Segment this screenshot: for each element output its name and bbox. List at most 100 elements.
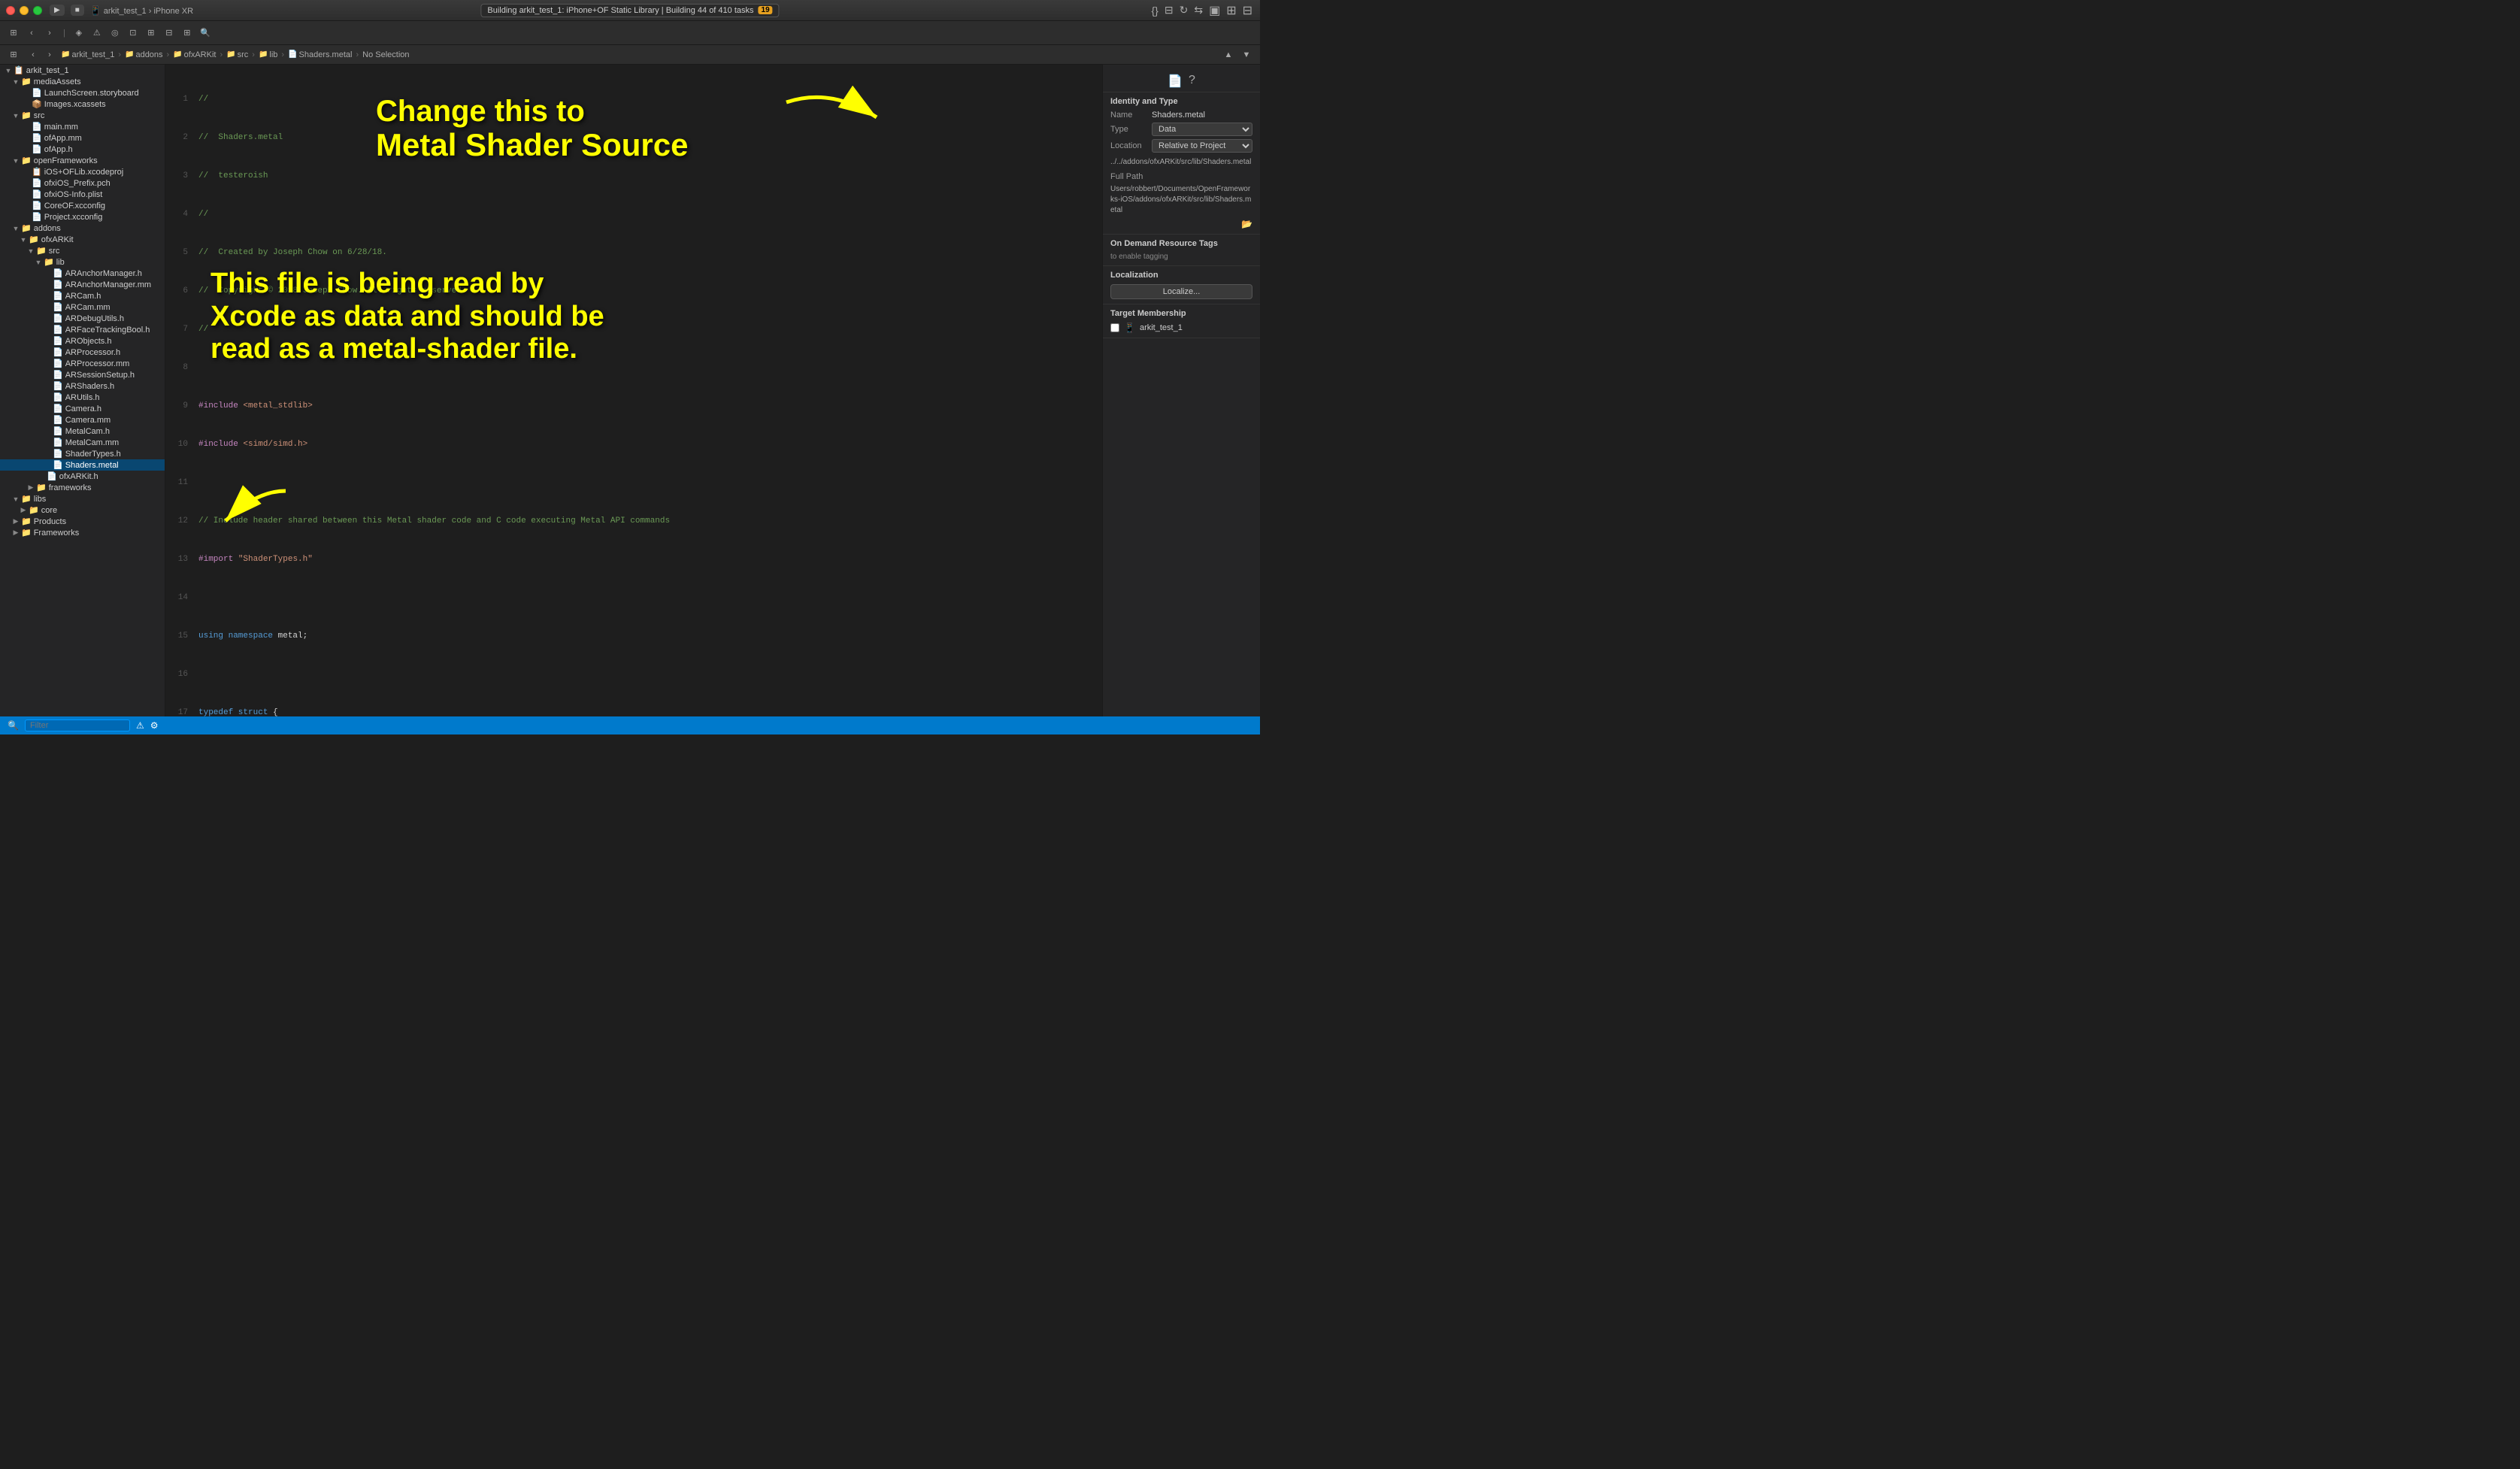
stop-button[interactable]: ■	[71, 5, 84, 16]
sidebar-item-ardebugutils-h[interactable]: 📄 ARDebugUtils.h	[0, 313, 165, 324]
file-icon-ofapp-h: 📄	[32, 144, 42, 154]
type-select[interactable]: Data Metal Shader Source Source code	[1152, 123, 1252, 136]
memory-icon[interactable]: ⊡	[126, 26, 141, 41]
close-button[interactable]	[6, 6, 15, 15]
localize-button[interactable]: Localize...	[1110, 284, 1252, 299]
test-icon[interactable]: ◎	[108, 26, 123, 41]
next-issue-icon[interactable]: ▼	[1239, 47, 1254, 62]
sidebar-item-arcam-mm[interactable]: 📄 ARCam.mm	[0, 301, 165, 313]
sidebar-item-project[interactable]: ▼ 📋 arkit_test_1	[0, 65, 165, 76]
sidebar-item-images[interactable]: 📦 Images.xcassets	[0, 98, 165, 110]
sidebar-item-arcam-h[interactable]: 📄 ARCam.h	[0, 290, 165, 301]
filter-input[interactable]	[25, 719, 130, 731]
warning-icon[interactable]: ⚠	[89, 26, 104, 41]
sidebar-item-lib[interactable]: ▼ 📁 lib	[0, 256, 165, 268]
sidebar-item-mediaassets[interactable]: ▼ 📁 mediaAssets	[0, 76, 165, 87]
layout-icon-1[interactable]: ▣	[1209, 3, 1220, 18]
project-icon: 📋	[14, 65, 24, 75]
warning-status-icon: ⚠	[136, 720, 144, 731]
sidebar-item-projectxcconfig[interactable]: 📄 Project.xcconfig	[0, 211, 165, 223]
sidebar-item-ofxarkit-h[interactable]: 📄 ofxARKit.h	[0, 471, 165, 482]
sidebar-item-arprocessor-mm[interactable]: 📄 ARProcessor.mm	[0, 358, 165, 369]
sidebar-item-aranchormanager-mm[interactable]: 📄 ARAnchorManager.mm	[0, 279, 165, 290]
code-editor[interactable]: 1// 2// Shaders.metal 3// testeroish 4//…	[165, 65, 1102, 716]
file-icon-metalcam-h: 📄	[53, 426, 63, 436]
tagging-hint: to enable tagging	[1110, 253, 1252, 261]
code-review-icon[interactable]: {}	[1152, 5, 1159, 17]
sidebar-item-arutils-h[interactable]: 📄 ARUtils.h	[0, 392, 165, 403]
folder-icon-core: 📁	[29, 505, 39, 515]
sidebar-item-shadertypes-h[interactable]: 📄 ShaderTypes.h	[0, 448, 165, 459]
sidebar-item-arfacetracking-h[interactable]: 📄 ARFaceTrackingBool.h	[0, 324, 165, 335]
breadcrumb-item-addons[interactable]: 📁 addons	[123, 50, 165, 60]
folder-icon-ofxarkit: 📁	[29, 235, 39, 244]
sidebar-item-iosplusoflib[interactable]: 📋 iOS+OFLib.xcodeproj	[0, 166, 165, 177]
breadcrumb-forward[interactable]: ›	[42, 47, 57, 62]
breadcrumb-item-src[interactable]: 📁 src	[224, 50, 250, 60]
sidebar-item-metalcam-h[interactable]: 📄 MetalCam.h	[0, 426, 165, 437]
sidebar-item-products[interactable]: ▶ 📁 Products	[0, 516, 165, 527]
warning-badge: 19	[759, 6, 773, 14]
sidebar-item-camera-h[interactable]: 📄 Camera.h	[0, 403, 165, 414]
sidebar-item-coreofxcconfig[interactable]: 📄 CoreOF.xcconfig	[0, 200, 165, 211]
breadcrumb-item-ofxarkit[interactable]: 📁 ofxARKit	[171, 50, 218, 60]
folder-icon-libs: 📁	[21, 494, 32, 504]
file-icon-arshaders-h: 📄	[53, 381, 63, 391]
breadcrumb-item-project[interactable]: 📁 arkit_test_1	[59, 50, 117, 60]
back-icon[interactable]: ‹	[24, 26, 39, 41]
sidebar-item-arobjects-h[interactable]: 📄 ARObjects.h	[0, 335, 165, 347]
sidebar-item-src[interactable]: ▼ 📁 src	[0, 110, 165, 121]
sidebar-item-prefix[interactable]: 📄 ofxiOS_Prefix.pch	[0, 177, 165, 189]
sidebar-item-main[interactable]: 📄 main.mm	[0, 121, 165, 132]
maximize-button[interactable]	[33, 6, 42, 15]
file-info-icon[interactable]: 📄	[1168, 74, 1183, 89]
minimize-button[interactable]	[20, 6, 29, 15]
editor-toggle-icon[interactable]: ⊟	[1165, 4, 1174, 17]
question-icon[interactable]: ?	[1189, 74, 1195, 89]
sidebar-item-frameworks-top[interactable]: ▶ 📁 Frameworks	[0, 527, 165, 538]
settings-icon[interactable]: ⚙	[150, 720, 159, 731]
sidebar-item-camera-mm[interactable]: 📄 Camera.mm	[0, 414, 165, 426]
folder-icon-openframeworks: 📁	[21, 156, 32, 165]
environment-icon[interactable]: ⊞	[144, 26, 159, 41]
grid-icon[interactable]: ⊞	[180, 26, 195, 41]
folder-icon-src: 📁	[21, 111, 32, 120]
sidebar-item-infoplist[interactable]: 📄 ofxiOS-Info.plist	[0, 189, 165, 200]
sidebar-item-ofapp-h[interactable]: 📄 ofApp.h	[0, 144, 165, 155]
sidebar-item-aranchormanager-h[interactable]: 📄 ARAnchorManager.h	[0, 268, 165, 279]
navigator-toggle-icon[interactable]: ⇆	[1194, 4, 1203, 17]
layout-icon-3[interactable]: ⊟	[1243, 3, 1252, 18]
sidebar-item-launchscreen[interactable]: 📄 LaunchScreen.storyboard	[0, 87, 165, 98]
build-phases-icon[interactable]: ⊟	[162, 26, 177, 41]
breakpoint-icon[interactable]: ◈	[71, 26, 86, 41]
sidebar-item-addons[interactable]: ▼ 📁 addons	[0, 223, 165, 234]
sidebar-item-frameworks[interactable]: ▶ 📁 frameworks	[0, 482, 165, 493]
breadcrumb-item-selection[interactable]: No Selection	[360, 50, 411, 60]
sidebar-item-shaders-metal[interactable]: 📄 Shaders.metal	[0, 459, 165, 471]
breadcrumb-item-file[interactable]: 📄 Shaders.metal	[286, 50, 354, 60]
target-checkbox[interactable]	[1110, 323, 1119, 332]
reveal-in-finder-icon[interactable]: 📂	[1241, 219, 1252, 229]
layout-icon-2[interactable]: ⊞	[1226, 3, 1236, 18]
sidebar-item-arsessionsetup-h[interactable]: 📄 ARSessionSetup.h	[0, 369, 165, 380]
breadcrumb-back[interactable]: ‹	[26, 47, 41, 62]
sidebar-item-arprocessor-h[interactable]: 📄 ARProcessor.h	[0, 347, 165, 358]
sidebar-item-core[interactable]: ▶ 📁 core	[0, 504, 165, 516]
location-select[interactable]: Relative to Project Absolute Path	[1152, 139, 1252, 153]
sidebar-item-ofapp-mm[interactable]: 📄 ofApp.mm	[0, 132, 165, 144]
refresh-icon[interactable]: ↻	[1180, 4, 1189, 17]
sidebar-item-arshaders-h[interactable]: 📄 ARShaders.h	[0, 380, 165, 392]
navigator-show-icon[interactable]: ⊞	[6, 26, 21, 41]
find-icon[interactable]: 🔍	[198, 26, 213, 41]
file-nav-icon[interactable]: ⊞	[6, 47, 21, 62]
file-icon-aranchormanager-h: 📄	[53, 268, 63, 278]
sidebar-item-src2[interactable]: ▼ 📁 src	[0, 245, 165, 256]
prev-issue-icon[interactable]: ▲	[1221, 47, 1236, 62]
forward-icon[interactable]: ›	[42, 26, 57, 41]
sidebar-item-metalcam-mm[interactable]: 📄 MetalCam.mm	[0, 437, 165, 448]
sidebar-item-ofxarkit[interactable]: ▼ 📁 ofxARKit	[0, 234, 165, 245]
breadcrumb-item-lib[interactable]: 📁 lib	[256, 50, 280, 60]
run-button[interactable]: ▶	[50, 5, 65, 16]
sidebar-item-openframeworks[interactable]: ▼ 📁 openFrameworks	[0, 155, 165, 166]
sidebar-item-libs[interactable]: ▼ 📁 libs	[0, 493, 165, 504]
